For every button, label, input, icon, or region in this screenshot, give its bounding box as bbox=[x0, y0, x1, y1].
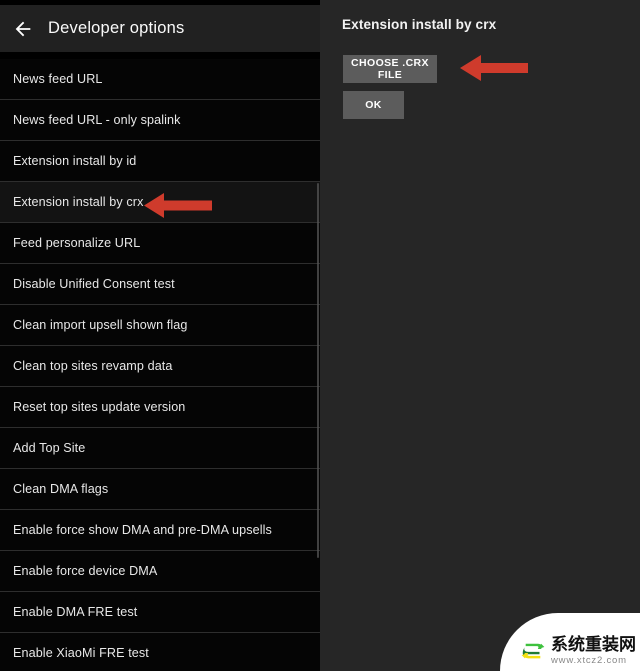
list-item-label: News feed URL bbox=[13, 72, 103, 86]
page-title: Developer options bbox=[48, 19, 185, 37]
ok-button[interactable]: OK bbox=[343, 91, 404, 119]
choose-crx-file-button[interactable]: CHOOSE .CRX FILE bbox=[343, 55, 437, 83]
list-item-label: Feed personalize URL bbox=[13, 236, 141, 250]
list-item-label: Clean import upsell shown flag bbox=[13, 318, 188, 332]
app-bar: Developer options bbox=[0, 5, 320, 52]
list-item[interactable]: News feed URL bbox=[0, 59, 320, 100]
list-item[interactable]: Add Top Site bbox=[0, 428, 320, 469]
red-arrow-pointing-left-icon bbox=[460, 55, 528, 81]
list-item[interactable]: Enable DMA FRE test bbox=[0, 592, 320, 633]
list-item[interactable]: Reset top sites update version bbox=[0, 387, 320, 428]
developer-options-list[interactable]: News feed URL News feed URL - only spalin… bbox=[0, 59, 320, 671]
list-item[interactable]: Extension install by crx bbox=[0, 182, 320, 223]
developer-options-pane: Developer options News feed URL News feed… bbox=[0, 0, 320, 671]
list-item[interactable]: Clean DMA flags bbox=[0, 469, 320, 510]
list-item-label: Enable force device DMA bbox=[13, 564, 158, 578]
list-item[interactable]: Extension install by id bbox=[0, 141, 320, 182]
list-item[interactable]: News feed URL - only spalink bbox=[0, 100, 320, 141]
list-item-label: Reset top sites update version bbox=[13, 400, 186, 414]
list-item[interactable]: Feed personalize URL bbox=[0, 223, 320, 264]
list-item-label: Clean top sites revamp data bbox=[13, 359, 173, 373]
list-item-label: Clean DMA flags bbox=[13, 482, 109, 496]
list-item-label: News feed URL - only spalink bbox=[13, 113, 181, 127]
list-item[interactable]: Clean import upsell shown flag bbox=[0, 305, 320, 346]
list-item[interactable]: Enable XiaoMi FRE test bbox=[0, 633, 320, 671]
screen-root: Developer options News feed URL News feed… bbox=[0, 0, 640, 671]
vertical-scrollbar[interactable] bbox=[317, 183, 319, 558]
extension-install-dialog: Extension install by crx CHOOSE .CRX FIL… bbox=[320, 0, 640, 671]
list-item-label: Enable XiaoMi FRE test bbox=[13, 646, 149, 660]
list-item-label: Enable force show DMA and pre-DMA upsell… bbox=[13, 523, 272, 537]
list-item[interactable]: Enable force device DMA bbox=[0, 551, 320, 592]
list-item-label: Enable DMA FRE test bbox=[13, 605, 138, 619]
list-item-label: Extension install by crx bbox=[13, 195, 144, 209]
app-bar-shadow bbox=[0, 52, 320, 59]
dialog-title: Extension install by crx bbox=[342, 17, 497, 32]
back-arrow-icon[interactable] bbox=[12, 18, 34, 40]
list-item-label: Add Top Site bbox=[13, 441, 86, 455]
list-item[interactable]: Disable Unified Consent test bbox=[0, 264, 320, 305]
list-item[interactable]: Enable force show DMA and pre-DMA upsell… bbox=[0, 510, 320, 551]
list-item[interactable]: Clean top sites revamp data bbox=[0, 346, 320, 387]
list-item-label: Extension install by id bbox=[13, 154, 137, 168]
list-item-label: Disable Unified Consent test bbox=[13, 277, 175, 291]
